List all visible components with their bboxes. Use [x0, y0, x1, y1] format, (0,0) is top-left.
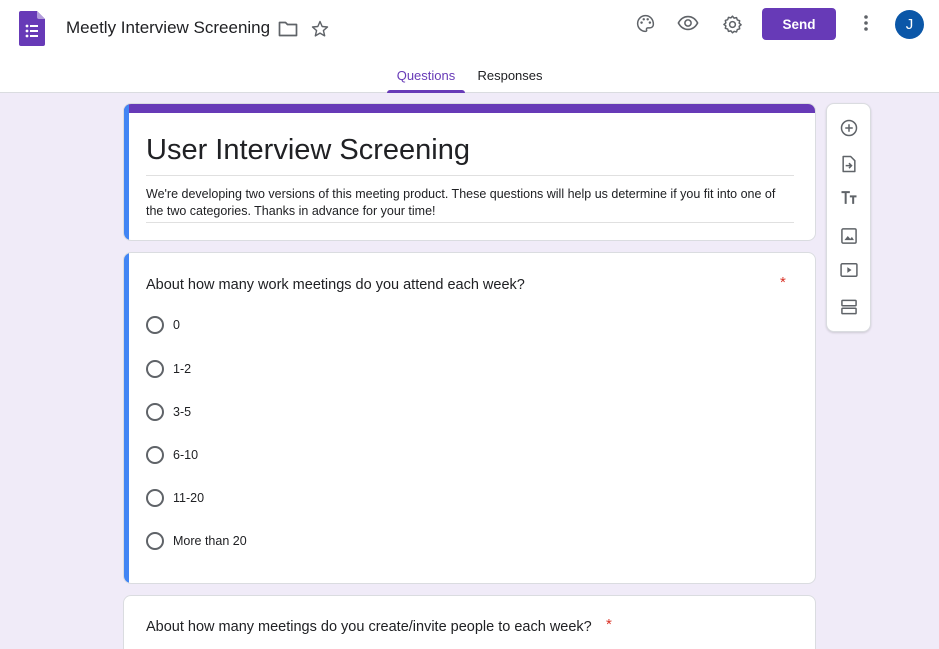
- radio-option[interactable]: 6-10: [146, 445, 198, 465]
- radio-option[interactable]: 11-20: [146, 488, 204, 508]
- radio-button[interactable]: [146, 316, 164, 334]
- option-label: 3-5: [173, 405, 192, 419]
- forms-logo-icon[interactable]: [19, 11, 45, 46]
- radio-option[interactable]: 1-2: [146, 359, 191, 379]
- add-section-icon[interactable]: [838, 296, 860, 318]
- radio-button[interactable]: [146, 360, 164, 378]
- import-questions-icon[interactable]: [838, 153, 860, 175]
- option-label: 1-2: [173, 362, 192, 376]
- more-vert-icon[interactable]: [855, 12, 877, 34]
- radio-option[interactable]: 0: [146, 315, 180, 335]
- form-title-input[interactable]: User Interview Screening: [146, 134, 794, 176]
- star-icon[interactable]: [309, 18, 331, 40]
- active-card-indicator: [124, 253, 129, 583]
- question-title: About how many work meetings do you atte…: [146, 277, 525, 293]
- avatar[interactable]: J: [895, 10, 924, 39]
- tab-responses[interactable]: Responses: [471, 58, 549, 93]
- add-question-icon[interactable]: [838, 117, 860, 139]
- form-title-card[interactable]: User Interview Screening We're developin…: [123, 103, 816, 241]
- title-card-accent-strip: [124, 104, 815, 113]
- document-title[interactable]: Meetly Interview Screening: [66, 18, 270, 38]
- required-marker: *: [606, 616, 612, 633]
- radio-option[interactable]: 3-5: [146, 402, 191, 422]
- radio-button[interactable]: [146, 403, 164, 421]
- palette-icon[interactable]: [634, 12, 656, 34]
- required-marker: *: [780, 274, 786, 291]
- question-card[interactable]: About how many meetings do you create/in…: [123, 595, 816, 649]
- add-video-icon[interactable]: [838, 259, 860, 281]
- option-label: 11-20: [173, 491, 205, 505]
- form-description-input[interactable]: We're developing two versions of this me…: [146, 186, 794, 223]
- question-card[interactable]: About how many work meetings do you atte…: [123, 252, 816, 584]
- gear-icon[interactable]: [721, 13, 743, 35]
- add-title-icon[interactable]: [838, 187, 860, 209]
- folder-icon[interactable]: [277, 18, 299, 40]
- tab-questions[interactable]: Questions: [387, 58, 465, 93]
- radio-option[interactable]: More than 20: [146, 531, 247, 551]
- active-card-indicator: [124, 104, 129, 240]
- radio-button[interactable]: [146, 446, 164, 464]
- eye-icon[interactable]: [677, 12, 699, 34]
- option-label: 0: [173, 318, 180, 332]
- radio-button[interactable]: [146, 532, 164, 550]
- send-button[interactable]: Send: [762, 8, 836, 40]
- question-title: About how many meetings do you create/in…: [146, 619, 592, 635]
- radio-button[interactable]: [146, 489, 164, 507]
- option-label: 6-10: [173, 448, 199, 462]
- add-image-icon[interactable]: [838, 225, 860, 247]
- floating-toolbar: [826, 103, 871, 332]
- option-label: More than 20: [173, 534, 247, 548]
- top-bar: Meetly Interview Screening Send J Questi…: [0, 0, 939, 93]
